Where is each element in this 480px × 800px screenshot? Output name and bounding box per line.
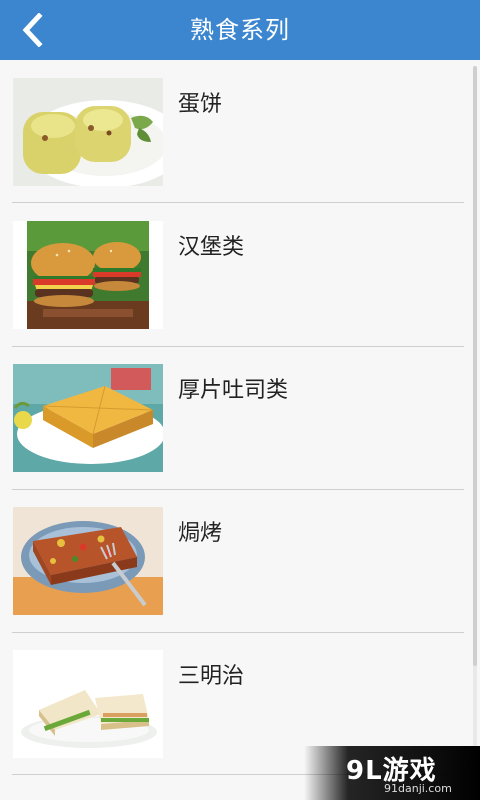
top-app-bar: 熟食系列: [0, 0, 480, 60]
item-label: 汉堡类: [178, 235, 245, 260]
list-item-hamburgers[interactable]: 汉堡类: [12, 203, 464, 345]
egg-pancake-image: [13, 78, 163, 186]
watermark-logo: 9L游戏 91danji.com: [304, 746, 480, 800]
scrollbar[interactable]: [473, 66, 477, 784]
item-label: 焗烤: [178, 521, 223, 546]
watermark-sub: 91danji.com: [384, 782, 452, 795]
item-label: 蛋饼: [178, 92, 223, 117]
hamburgers-image: [13, 221, 163, 329]
thick-toast-image: [13, 364, 163, 472]
list-item-thick-toast[interactable]: 厚片吐司类: [12, 346, 464, 488]
category-list: 蛋饼 汉堡类 厚片吐司类 焗烤 三明治: [0, 60, 480, 800]
item-label: 三明治: [178, 664, 245, 689]
list-item-egg-pancake[interactable]: 蛋饼: [12, 60, 464, 202]
list-item-baked[interactable]: 焗烤: [12, 489, 464, 631]
sandwich-image: [13, 650, 163, 758]
baked-toast-image: [13, 507, 163, 615]
page-title: 熟食系列: [190, 16, 290, 44]
scrollbar-thumb[interactable]: [473, 66, 477, 666]
item-label: 厚片吐司类: [178, 378, 289, 403]
